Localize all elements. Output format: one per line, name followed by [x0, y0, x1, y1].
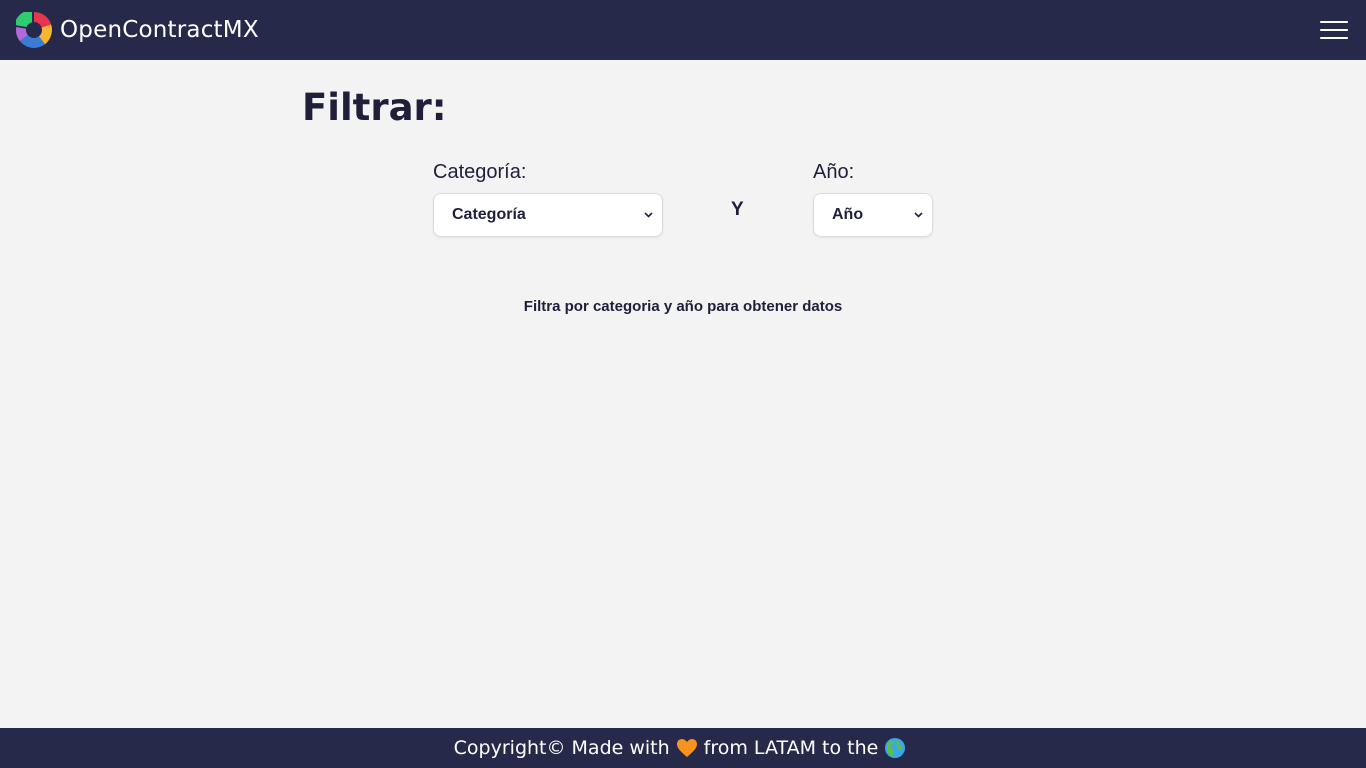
chevron-down-icon: [644, 212, 653, 218]
filter-conjunction: Y: [731, 199, 744, 220]
year-label: Año:: [813, 161, 855, 183]
footer: Copyright© Made with from LATAM to the: [0, 728, 1366, 768]
category-select[interactable]: Categoría: [433, 193, 663, 237]
footer-text-start: Copyright© Made with: [453, 737, 670, 759]
globe-americas-icon: [885, 738, 906, 758]
navbar: OpenContractMX: [0, 0, 1366, 60]
pie-logo-icon: [16, 12, 52, 48]
footer-text-end: from LATAM to the: [703, 737, 879, 759]
chevron-down-icon: [914, 212, 923, 218]
hamburger-menu-icon[interactable]: [1320, 19, 1348, 41]
brand-name: OpenContractMX: [60, 17, 259, 43]
filter-hint: Filtra por categoria y año para obtener …: [523, 298, 843, 315]
brand[interactable]: OpenContractMX: [16, 12, 259, 48]
page-title: Filtrar:: [302, 86, 447, 129]
orange-heart-icon: [676, 739, 697, 757]
year-selected-value: Año: [832, 206, 864, 223]
year-select[interactable]: Año: [813, 193, 933, 237]
category-label: Categoría:: [433, 161, 527, 183]
category-selected-value: Categoría: [452, 206, 526, 223]
